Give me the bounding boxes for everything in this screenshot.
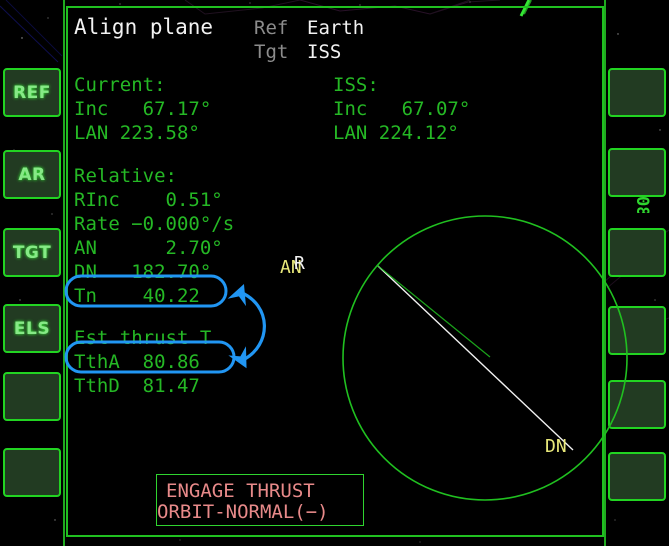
mfd-button-ref-label: REF — [13, 82, 51, 103]
mfd-button-ref[interactable]: REF — [3, 68, 61, 117]
tgt-label: Tgt — [254, 41, 289, 63]
ref-value[interactable]: Earth — [307, 19, 364, 38]
relative-rate-row: Rate −0.000°/s — [74, 213, 235, 235]
mfd-button-blank-5[interactable] — [3, 372, 61, 421]
mfd-button-blank-r1[interactable] — [608, 68, 666, 117]
mfd-button-blank-r2[interactable] — [608, 148, 666, 197]
orbit-node-diagram — [342, 215, 628, 501]
relative-heading: Relative: — [74, 165, 177, 187]
ref-label: Ref — [254, 17, 289, 39]
relative-dn-row: DN 182.70° — [74, 261, 212, 283]
thrust-heading: Est thrust T — [74, 327, 212, 349]
mfd-button-ar[interactable]: AR — [3, 150, 61, 199]
relative-an-row: AN 2.70° — [74, 237, 223, 259]
engage-line-1: ENGAGE THRUST — [166, 480, 315, 502]
current-lan-row: LAN 223.58° — [74, 122, 200, 144]
current-inc-row: Inc 67.17° — [74, 98, 212, 120]
reference-node-line — [377, 265, 491, 358]
mfd-button-tgt-label: TGT — [12, 242, 52, 263]
page-title: Align plane — [74, 15, 214, 39]
engage-line-2: ORBIT-NORMAL(−) — [157, 501, 329, 523]
tgt-value[interactable]: ISS — [307, 43, 341, 62]
dn-node-label: DN — [545, 436, 567, 457]
thrust-ttha-row: TthA 80.86 — [74, 351, 200, 373]
mfd-button-blank-6[interactable] — [3, 448, 61, 497]
mfd-button-els-label: ELS — [13, 318, 51, 339]
orbit-circle — [342, 215, 628, 501]
left-button-column: REF AR TGT ELS — [0, 0, 66, 546]
an-overlap-glyph: R — [294, 253, 305, 274]
mfd-button-ar-label: AR — [18, 164, 46, 185]
mfd-button-tgt[interactable]: TGT — [3, 228, 61, 277]
target-heading: ISS: — [333, 74, 379, 96]
relative-tn-row: Tn 40.22 — [74, 285, 200, 307]
current-heading: Current: — [74, 74, 166, 96]
relative-rinc-row: RInc 0.51° — [74, 189, 223, 211]
mfd-screen: REF AR TGT ELS 08 Align plane Ref Earth … — [0, 0, 669, 546]
target-inc-row: Inc 67.07° — [333, 98, 471, 120]
align-plane-panel: Align plane Ref Earth Tgt ISS Current: I… — [66, 6, 628, 537]
node-line — [377, 265, 574, 451]
mfd-button-els[interactable]: ELS — [3, 304, 61, 353]
thrust-tthd-row: TthD 81.47 — [74, 375, 200, 397]
target-lan-row: LAN 224.12° — [333, 122, 459, 144]
